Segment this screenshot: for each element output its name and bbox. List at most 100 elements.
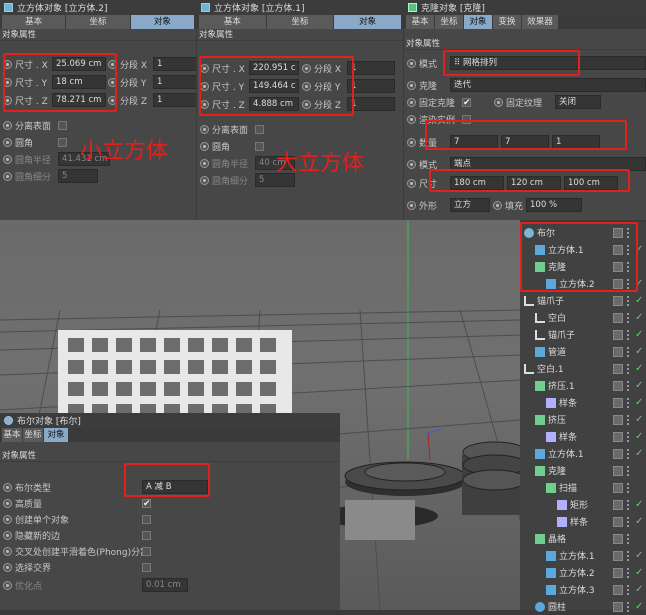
tag-icon[interactable]: [613, 516, 623, 527]
enabled-check-icon[interactable]: ✓: [635, 584, 643, 595]
keyframe-icon[interactable]: [494, 97, 503, 107]
tag-icon[interactable]: [613, 482, 623, 493]
enabled-check-icon[interactable]: ✓: [635, 278, 643, 289]
visibility-controls[interactable]: ✓: [610, 394, 646, 411]
visibility-controls[interactable]: ✓: [610, 241, 646, 258]
visibility-dots-icon[interactable]: [627, 567, 631, 578]
enabled-check-icon[interactable]: ✓: [635, 550, 643, 561]
tree-item[interactable]: 挤压 ✓: [520, 411, 646, 428]
seg-z-field[interactable]: 1: [347, 97, 395, 111]
visibility-controls[interactable]: [610, 479, 646, 496]
visibility-dots-icon[interactable]: [627, 295, 631, 306]
hide-edges-checkbox[interactable]: [142, 530, 151, 540]
visibility-dots-icon[interactable]: [627, 516, 631, 527]
tag-icon[interactable]: [613, 346, 623, 357]
size-x-field[interactable]: 180 cm: [450, 176, 504, 190]
tag-icon[interactable]: [613, 584, 623, 595]
keyframe-icon[interactable]: [3, 171, 12, 181]
seg-x-field[interactable]: 1: [153, 57, 196, 71]
fillet-subdivision-field[interactable]: 5: [58, 169, 98, 183]
size-z-field[interactable]: 4.888 cm: [249, 97, 299, 111]
tag-icon[interactable]: [613, 244, 623, 255]
tree-item[interactable]: 克隆: [520, 258, 646, 275]
keyframe-icon[interactable]: [3, 120, 12, 130]
seg-y-field[interactable]: 1: [347, 79, 395, 93]
keyframe-icon[interactable]: [200, 141, 209, 151]
tag-icon[interactable]: [613, 465, 623, 476]
select-intersection-checkbox[interactable]: [142, 562, 151, 572]
tree-item[interactable]: 空白 ✓: [520, 309, 646, 326]
keyframe-icon[interactable]: [3, 530, 12, 540]
keyframe-icon[interactable]: [3, 498, 12, 508]
enabled-check-icon[interactable]: ✓: [635, 414, 643, 425]
visibility-dots-icon[interactable]: [627, 397, 631, 408]
high-quality-checkbox[interactable]: ✔: [142, 498, 151, 508]
keyframe-icon[interactable]: [302, 81, 311, 91]
visibility-dots-icon[interactable]: [627, 431, 631, 442]
keyframe-icon[interactable]: [108, 59, 117, 69]
tree-item[interactable]: 立方体.3 ✓: [520, 581, 646, 598]
tag-icon[interactable]: [613, 295, 623, 306]
tab-transform[interactable]: 变换: [493, 15, 521, 29]
keyframe-icon[interactable]: [302, 99, 311, 109]
tree-item[interactable]: 扫描: [520, 479, 646, 496]
size-x-field[interactable]: 220.951 c: [249, 61, 299, 75]
visibility-dots-icon[interactable]: [627, 414, 631, 425]
visibility-dots-icon[interactable]: [627, 363, 631, 374]
visibility-controls[interactable]: ✓: [610, 496, 646, 513]
enabled-check-icon[interactable]: ✓: [635, 431, 643, 442]
separate-surfaces-checkbox[interactable]: [58, 120, 67, 130]
visibility-controls[interactable]: ✓: [610, 428, 646, 445]
clone-dropdown[interactable]: 迭代: [450, 78, 646, 92]
visibility-dots-icon[interactable]: [627, 550, 631, 561]
visibility-controls[interactable]: ✓: [610, 598, 646, 615]
keyframe-icon[interactable]: [3, 137, 12, 147]
tab-object[interactable]: 对象: [130, 15, 194, 29]
visibility-dots-icon[interactable]: [627, 312, 631, 323]
tag-icon[interactable]: [613, 312, 623, 323]
keyframe-icon[interactable]: [200, 81, 209, 91]
keyframe-icon[interactable]: [200, 175, 209, 185]
tree-item[interactable]: 立方体.2 ✓: [520, 275, 646, 292]
separate-surfaces-checkbox[interactable]: [255, 124, 264, 134]
fillet-checkbox[interactable]: [255, 141, 264, 151]
optimize-field[interactable]: 0.01 cm: [142, 578, 188, 592]
visibility-controls[interactable]: [610, 258, 646, 275]
mode2-dropdown[interactable]: 端点: [450, 157, 646, 171]
tag-icon[interactable]: [613, 227, 623, 238]
fixed-texture-dropdown[interactable]: 关闭: [555, 95, 601, 109]
enabled-check-icon[interactable]: ✓: [635, 363, 643, 374]
size-z-field[interactable]: 100 cm: [564, 176, 618, 190]
visibility-controls[interactable]: ✓: [610, 564, 646, 581]
tree-item[interactable]: 空白.1 ✓: [520, 360, 646, 377]
visibility-dots-icon[interactable]: [627, 601, 631, 612]
enabled-check-icon[interactable]: ✓: [635, 448, 643, 459]
visibility-controls[interactable]: ✓: [610, 581, 646, 598]
visibility-dots-icon[interactable]: [627, 244, 631, 255]
visibility-controls[interactable]: ✓: [610, 309, 646, 326]
shape-dropdown[interactable]: 立方: [450, 198, 490, 212]
visibility-dots-icon[interactable]: [627, 482, 631, 493]
tree-item[interactable]: 克隆: [520, 462, 646, 479]
tag-icon[interactable]: [613, 533, 623, 544]
tree-item[interactable]: 锚爪子 ✓: [520, 292, 646, 309]
tab-coord[interactable]: 坐标: [435, 15, 463, 29]
tag-icon[interactable]: [613, 601, 623, 612]
tree-item[interactable]: 晶格: [520, 530, 646, 547]
tree-item[interactable]: 立方体.2 ✓: [520, 564, 646, 581]
enabled-check-icon[interactable]: ✓: [635, 295, 643, 306]
count-x-field[interactable]: 7: [450, 135, 498, 149]
visibility-controls[interactable]: ✓: [610, 343, 646, 360]
tree-item[interactable]: 矩形 ✓: [520, 496, 646, 513]
tag-icon[interactable]: [613, 261, 623, 272]
tag-icon[interactable]: [613, 499, 623, 510]
fill-field[interactable]: 100 %: [526, 198, 583, 212]
visibility-controls[interactable]: ✓: [610, 292, 646, 309]
fixed-clone-checkbox[interactable]: ✔: [462, 97, 471, 107]
tree-item[interactable]: 布尔: [520, 224, 646, 241]
enabled-check-icon[interactable]: ✓: [635, 516, 643, 527]
keyframe-icon[interactable]: [407, 178, 416, 188]
tag-icon[interactable]: [613, 567, 623, 578]
visibility-dots-icon[interactable]: [627, 465, 631, 476]
keyframe-icon[interactable]: [407, 97, 416, 107]
